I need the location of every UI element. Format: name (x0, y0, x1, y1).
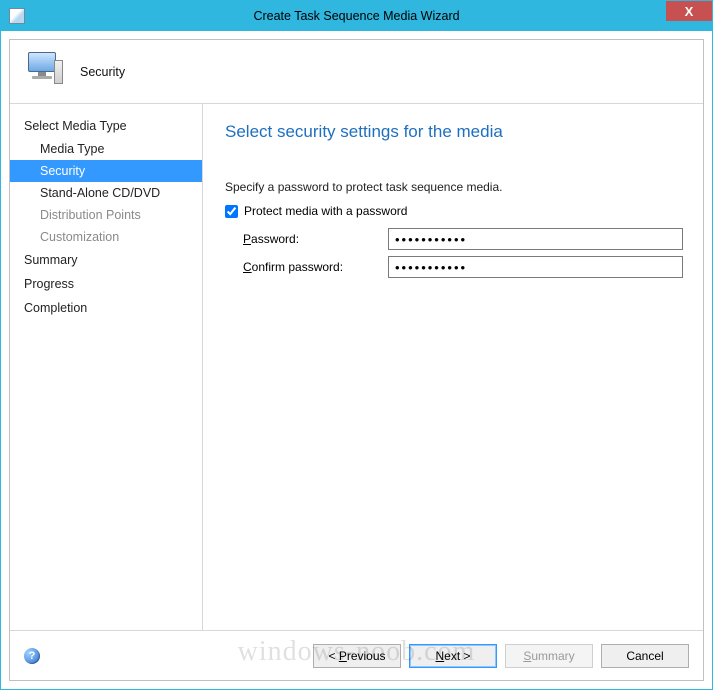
wizard-sidebar: Select Media Type Media Type Security St… (10, 104, 203, 630)
close-icon: X (685, 4, 694, 19)
wizard-window: Create Task Sequence Media Wizard X Secu… (0, 0, 713, 690)
sidebar-group-summary[interactable]: Summary (10, 248, 202, 272)
wizard-footer: ? < Previous Next > Summary Cancel (10, 630, 703, 680)
previous-button[interactable]: < Previous (313, 644, 401, 668)
sidebar-item-distribution-points[interactable]: Distribution Points (10, 204, 202, 226)
cancel-button[interactable]: Cancel (601, 644, 689, 668)
protect-password-row: Protect media with a password (225, 204, 683, 218)
window-title: Create Task Sequence Media Wizard (25, 9, 712, 23)
content-heading: Select security settings for the media (225, 122, 683, 142)
confirm-password-input[interactable] (388, 256, 683, 278)
protect-password-checkbox[interactable] (225, 205, 238, 218)
password-row: Password: (225, 228, 683, 250)
sidebar-item-security[interactable]: Security (10, 160, 202, 182)
protect-password-label[interactable]: Protect media with a password (244, 204, 407, 218)
wizard-content: Select security settings for the media S… (203, 104, 703, 630)
close-button[interactable]: X (666, 1, 712, 21)
page-title: Security (80, 65, 125, 79)
wizard-inner: Security Select Media Type Media Type Se… (9, 39, 704, 681)
wizard-body: Select Media Type Media Type Security St… (10, 104, 703, 630)
titlebar[interactable]: Create Task Sequence Media Wizard X (1, 1, 712, 31)
computer-icon (24, 52, 64, 92)
system-menu-icon[interactable] (9, 8, 25, 24)
sidebar-group-completion[interactable]: Completion (10, 296, 202, 320)
sidebar-item-customization[interactable]: Customization (10, 226, 202, 248)
sidebar-group-progress[interactable]: Progress (10, 272, 202, 296)
summary-button: Summary (505, 644, 593, 668)
sidebar-group-select-media-type[interactable]: Select Media Type (10, 114, 202, 138)
confirm-password-label: Confirm password: (243, 260, 388, 274)
password-input[interactable] (388, 228, 683, 250)
password-label: Password: (243, 232, 388, 246)
content-description: Specify a password to protect task seque… (225, 180, 683, 194)
next-button[interactable]: Next > (409, 644, 497, 668)
sidebar-item-media-type[interactable]: Media Type (10, 138, 202, 160)
sidebar-item-standalone-cd-dvd[interactable]: Stand-Alone CD/DVD (10, 182, 202, 204)
wizard-header: Security (10, 40, 703, 104)
help-icon[interactable]: ? (24, 648, 40, 664)
confirm-password-row: Confirm password: (225, 256, 683, 278)
